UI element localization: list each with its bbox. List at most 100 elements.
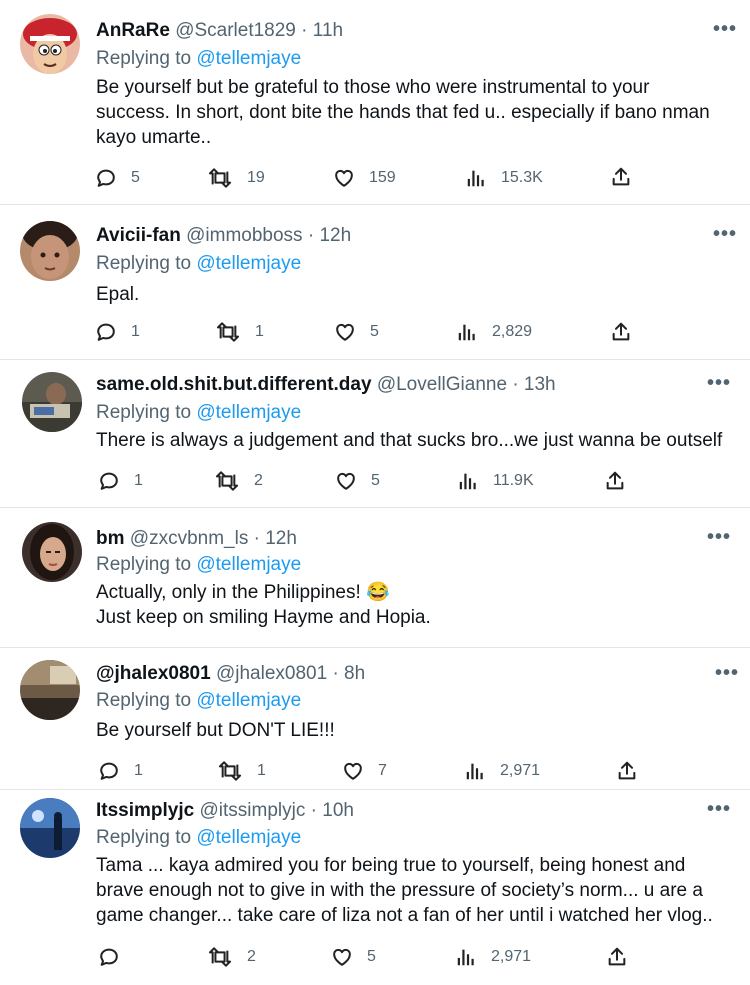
- like-button[interactable]: 5: [334, 321, 379, 343]
- more-options-button[interactable]: •••: [713, 223, 737, 246]
- views-button[interactable]: 11.9K: [457, 470, 534, 492]
- reply-icon: [98, 760, 120, 782]
- like-button[interactable]: 5: [331, 946, 376, 968]
- photo-avatar-icon[interactable]: [20, 221, 80, 281]
- author-handle[interactable]: @itssimplyjc: [200, 800, 306, 821]
- views-button[interactable]: 2,971: [455, 946, 531, 968]
- tweet-text: Tama ... kaya admired you for being true…: [96, 855, 713, 926]
- separator: ·: [253, 528, 260, 549]
- timestamp[interactable]: 8h: [344, 663, 365, 684]
- author-handle[interactable]: @immobboss: [186, 225, 302, 246]
- cartoon-avatar-icon[interactable]: [20, 14, 80, 74]
- retweet-button[interactable]: 19: [207, 167, 265, 189]
- share-button[interactable]: [604, 470, 626, 497]
- replying-to-label: Replying to: [96, 827, 192, 848]
- mention-link[interactable]: @tellemjaye: [196, 827, 301, 848]
- replying-to: Replying to @tellemjaye: [96, 48, 301, 70]
- share-icon: [606, 946, 628, 968]
- author-name[interactable]: same.old.shit.but.different.day: [96, 374, 372, 395]
- like-button[interactable]: 7: [342, 760, 387, 782]
- photo-avatar-icon[interactable]: [22, 522, 82, 582]
- tweet-header: Avicii-fan @immobboss · 12h: [96, 225, 351, 247]
- replying-to: Replying to @tellemjaye: [96, 827, 301, 849]
- author-name[interactable]: bm: [96, 528, 125, 549]
- retweet-button[interactable]: 2: [207, 946, 256, 968]
- more-options-button[interactable]: •••: [707, 798, 731, 821]
- mention-link[interactable]: @tellemjaye: [196, 554, 301, 575]
- share-button[interactable]: [610, 321, 632, 348]
- author-name[interactable]: @jhalex0801: [96, 663, 211, 684]
- views-button[interactable]: 2,971: [464, 760, 540, 782]
- author-name[interactable]: AnRaRe: [96, 20, 170, 41]
- timestamp[interactable]: 12h: [319, 225, 351, 246]
- mention-link[interactable]: @tellemjaye: [196, 690, 301, 711]
- share-button[interactable]: [606, 946, 628, 973]
- separator: ·: [332, 663, 339, 684]
- tweet-card[interactable]: Avicii-fan @immobboss · 12h ••• Replying…: [0, 205, 750, 360]
- author-handle[interactable]: @zxcvbnm_ls: [130, 528, 249, 549]
- views-button[interactable]: 15.3K: [465, 167, 543, 189]
- tweet-card[interactable]: AnRaRe @Scarlet1829 · 11h ••• Replying t…: [0, 0, 750, 205]
- more-options-button[interactable]: •••: [707, 372, 731, 395]
- share-button[interactable]: [616, 760, 638, 787]
- replying-to-label: Replying to: [96, 554, 192, 575]
- share-icon: [616, 760, 638, 782]
- heart-icon: [334, 321, 356, 343]
- timestamp[interactable]: 11h: [313, 20, 343, 41]
- retweet-icon: [207, 167, 233, 189]
- views-icon: [464, 760, 486, 782]
- photo-avatar-icon[interactable]: [22, 372, 82, 432]
- share-icon: [604, 470, 626, 492]
- reply-count: 5: [131, 169, 140, 186]
- reply-button[interactable]: 5: [95, 167, 140, 189]
- reply-count: 1: [131, 323, 140, 340]
- retweet-icon: [215, 321, 241, 343]
- author-handle[interactable]: @LovellGianne: [377, 374, 507, 395]
- tweet-header: same.old.shit.but.different.day @LovellG…: [96, 374, 556, 396]
- tweet-card[interactable]: same.old.shit.but.different.day @LovellG…: [0, 360, 750, 508]
- like-count: 5: [371, 472, 380, 489]
- tweet-header: Itssimplyjc @itssimplyjc · 10h: [96, 800, 354, 822]
- tweet-card[interactable]: @jhalex0801 @jhalex0801 · 8h ••• Replyin…: [0, 648, 750, 790]
- replying-to-label: Replying to: [96, 402, 192, 423]
- timestamp[interactable]: 13h: [524, 374, 556, 395]
- mention-link[interactable]: @tellemjaye: [196, 48, 301, 69]
- timestamp[interactable]: 12h: [265, 528, 297, 549]
- separator: ·: [512, 374, 519, 395]
- author-name[interactable]: Avicii-fan: [96, 225, 181, 246]
- views-count: 11.9K: [493, 472, 534, 489]
- retweet-button[interactable]: 2: [214, 470, 263, 492]
- separator: ·: [307, 225, 315, 246]
- author-name[interactable]: Itssimplyjc: [96, 800, 194, 821]
- reply-icon: [98, 946, 120, 968]
- more-options-button[interactable]: •••: [707, 526, 731, 549]
- retweet-button[interactable]: 1: [217, 760, 266, 782]
- share-button[interactable]: [610, 166, 632, 193]
- tweet-card[interactable]: Itssimplyjc @itssimplyjc · 10h ••• Reply…: [0, 790, 750, 985]
- tweet-card[interactable]: bm @zxcvbnm_ls · 12h ••• Replying to @te…: [0, 508, 750, 648]
- more-options-button[interactable]: •••: [713, 18, 737, 41]
- heart-icon: [331, 946, 353, 968]
- author-handle[interactable]: @jhalex0801: [216, 663, 327, 684]
- retweet-icon: [214, 470, 240, 492]
- more-options-button[interactable]: •••: [715, 662, 739, 685]
- like-button[interactable]: 159: [333, 167, 396, 189]
- mention-link[interactable]: @tellemjaye: [196, 253, 301, 274]
- views-count: 2,971: [500, 762, 541, 779]
- photo-avatar-icon[interactable]: [20, 798, 80, 858]
- timestamp[interactable]: 10h: [322, 800, 354, 821]
- heart-icon: [335, 470, 357, 492]
- reply-button[interactable]: 1: [98, 760, 143, 782]
- views-count: 2,829: [492, 323, 533, 340]
- author-handle[interactable]: @Scarlet1829: [175, 20, 296, 41]
- like-button[interactable]: 5: [335, 470, 380, 492]
- reply-button[interactable]: 1: [98, 470, 143, 492]
- retweet-button[interactable]: 1: [215, 321, 264, 343]
- mention-link[interactable]: @tellemjaye: [196, 402, 301, 423]
- views-icon: [465, 167, 487, 189]
- views-button[interactable]: 2,829: [456, 321, 532, 343]
- heart-icon: [333, 167, 355, 189]
- reply-button[interactable]: [98, 946, 134, 968]
- photo-avatar-icon[interactable]: [20, 660, 80, 720]
- reply-button[interactable]: 1: [95, 321, 140, 343]
